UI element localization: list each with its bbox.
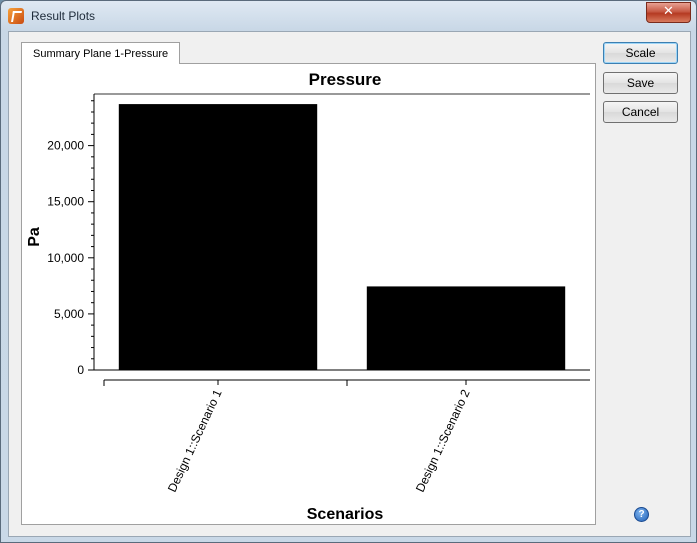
- plot-panel: Pressure Pa Scenarios 0 5,000 10,000 15,000…: [21, 63, 596, 525]
- dialog-body: Summary Plane 1-Pressure Pressure Pa Sce…: [8, 31, 691, 537]
- title-bar[interactable]: Result Plots ✕: [1, 1, 696, 31]
- y-tick-label: 10,000: [47, 251, 84, 265]
- cancel-button[interactable]: Cancel: [603, 101, 678, 123]
- chart-title: Pressure: [309, 70, 382, 89]
- app-logo-icon: [8, 8, 24, 24]
- tab-summary-plane-pressure[interactable]: Summary Plane 1-Pressure: [21, 42, 181, 64]
- y-tick-label: 0: [77, 363, 84, 377]
- result-plots-window: Result Plots ✕ Summary Plane 1-Pressure …: [0, 0, 697, 543]
- save-button[interactable]: Save: [603, 72, 678, 94]
- bar-2: [366, 286, 566, 370]
- help-icon[interactable]: ?: [634, 507, 649, 522]
- x-tick-label: Design 1::Scenario 1: [165, 387, 225, 494]
- y-axis: 0 5,000 10,000 15,000 20,000: [47, 94, 95, 377]
- y-tick-label: 15,000: [47, 195, 84, 209]
- pressure-bar-chart: Pressure Pa Scenarios 0 5,000 10,000 15,000…: [26, 70, 590, 523]
- bar-1: [118, 104, 318, 370]
- x-axis: Design 1::Scenario 1 Design 1::Scenario 2: [103, 379, 590, 494]
- close-button[interactable]: ✕: [646, 2, 691, 23]
- scale-button[interactable]: Scale: [603, 42, 678, 64]
- window-title: Result Plots: [31, 9, 96, 23]
- y-tick-label: 5,000: [54, 307, 84, 321]
- x-tick-label: Design 1::Scenario 2: [413, 387, 473, 494]
- bars: [94, 104, 590, 371]
- y-axis-label: Pa: [26, 227, 43, 247]
- x-axis-label: Scenarios: [307, 506, 384, 523]
- y-tick-label: 20,000: [47, 139, 84, 153]
